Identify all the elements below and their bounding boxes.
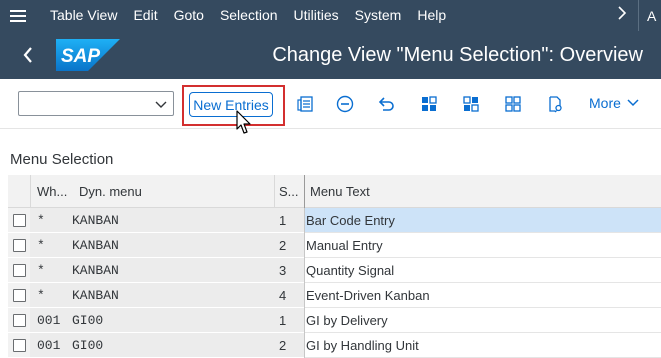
chevron-right-icon[interactable] [610,6,634,25]
undo-icon[interactable] [375,92,399,116]
menu-help[interactable]: Help [409,0,454,31]
command-field[interactable] [18,91,174,116]
cell-menu-text[interactable]: Bar Code Entry [304,208,661,233]
column-header-menu-text[interactable]: Menu Text [310,175,610,208]
details-icon[interactable] [293,92,317,116]
cell-menu-text-value: Quantity Signal [306,263,395,278]
menu-goto[interactable]: Goto [166,0,212,31]
menu-bar: Table View Edit Goto Selection Utilities… [0,0,661,31]
menu-selection[interactable]: Selection [212,0,286,31]
row-checkbox[interactable] [13,339,26,352]
column-header-seq[interactable]: S... [279,175,301,208]
new-entries-button[interactable]: New Entries [189,92,273,117]
cell-menu-text[interactable]: GI by Delivery [304,308,661,333]
row-selector[interactable] [8,233,30,258]
cell-wh[interactable]: * [37,233,71,258]
cell-menu-text[interactable]: Event-Driven Kanban [304,283,661,308]
row-selector[interactable] [8,208,30,233]
cell-seq[interactable]: 3 [279,258,299,283]
table-row[interactable]: * KANBAN 3 Quantity Signal [8,258,661,283]
cell-seq[interactable]: 4 [279,283,299,308]
menu-table-view[interactable]: Table View [36,0,125,31]
column-header-wh[interactable]: Wh... [37,175,71,208]
table-row[interactable]: * KANBAN 4 Event-Driven Kanban [8,283,661,308]
cell-seq[interactable]: 2 [279,333,299,358]
cell-menu-text-value: Event-Driven Kanban [306,288,430,303]
row-checkbox[interactable] [13,289,26,302]
cell-menu-text[interactable]: GI by Handling Unit [304,333,661,358]
row-checkbox[interactable] [13,214,26,227]
print-icon[interactable] [543,92,567,116]
shell-header: SAP Change View "Menu Selection": Overvi… [0,31,661,79]
cell-dyn-menu[interactable]: GI00 [72,333,262,358]
menu-system[interactable]: System [347,0,410,31]
row-selector[interactable] [8,333,30,358]
menu-utilities[interactable]: Utilities [286,0,347,31]
data-table: Wh... Dyn. menu S... Menu Text * KANBAN 1 B… [8,175,661,358]
more-label: More [589,95,621,111]
table-row[interactable]: * KANBAN 1 Bar Code Entry [8,208,661,233]
cell-dyn-menu[interactable]: KANBAN [72,283,262,308]
page-title: Change View "Menu Selection": Overview [272,43,643,66]
cell-wh[interactable]: 001 [37,308,71,333]
menu-edit[interactable]: Edit [125,0,165,31]
table-row[interactable]: * KANBAN 2 Manual Entry [8,233,661,258]
cell-wh[interactable]: 001 [37,333,71,358]
cell-menu-text[interactable]: Quantity Signal [304,258,661,283]
row-checkbox[interactable] [13,314,26,327]
menu-divider [638,0,639,31]
table-row[interactable]: 001 GI00 2 GI by Handling Unit [8,333,661,358]
column-header-dyn-menu[interactable]: Dyn. menu [79,175,269,208]
sap-logo: SAP [56,39,120,71]
select-block-icon[interactable] [459,92,483,116]
row-selector[interactable] [8,283,30,308]
cell-dyn-menu[interactable]: GI00 [72,308,262,333]
cell-wh[interactable]: * [37,283,71,308]
dropdown-icon[interactable] [155,97,167,115]
cell-menu-text-value: Bar Code Entry [306,213,395,228]
deselect-icon[interactable] [501,92,525,116]
section-title: Menu Selection [10,151,114,168]
select-all-icon[interactable] [417,92,441,116]
cell-dyn-menu[interactable]: KANBAN [72,233,262,258]
cell-menu-text-value: GI by Delivery [306,313,388,328]
cell-wh[interactable]: * [37,208,71,233]
cell-menu-text-value: Manual Entry [306,238,383,253]
row-selector[interactable] [8,258,30,283]
cell-menu-text-value: GI by Handling Unit [306,338,419,353]
menu-icon[interactable] [0,0,36,31]
row-checkbox[interactable] [13,239,26,252]
delete-icon[interactable] [333,92,357,116]
cell-wh[interactable]: * [37,258,71,283]
cell-dyn-menu[interactable]: KANBAN [72,208,262,233]
cell-seq[interactable]: 1 [279,208,299,233]
row-checkbox[interactable] [13,264,26,277]
cell-menu-text[interactable]: Manual Entry [304,233,661,258]
cell-seq[interactable]: 2 [279,233,299,258]
more-button[interactable]: More [589,95,639,111]
chevron-down-icon [627,99,639,107]
row-selector[interactable] [8,308,30,333]
cell-seq[interactable]: 1 [279,308,299,333]
table-row[interactable]: 001 GI00 1 GI by Delivery [8,308,661,333]
table-header: Wh... Dyn. menu S... Menu Text [8,175,661,208]
menu-truncated-item[interactable]: A [643,8,661,24]
back-icon[interactable] [0,31,56,79]
svg-text:SAP: SAP [61,46,100,67]
cell-dyn-menu[interactable]: KANBAN [72,258,262,283]
mouse-cursor [236,110,252,141]
